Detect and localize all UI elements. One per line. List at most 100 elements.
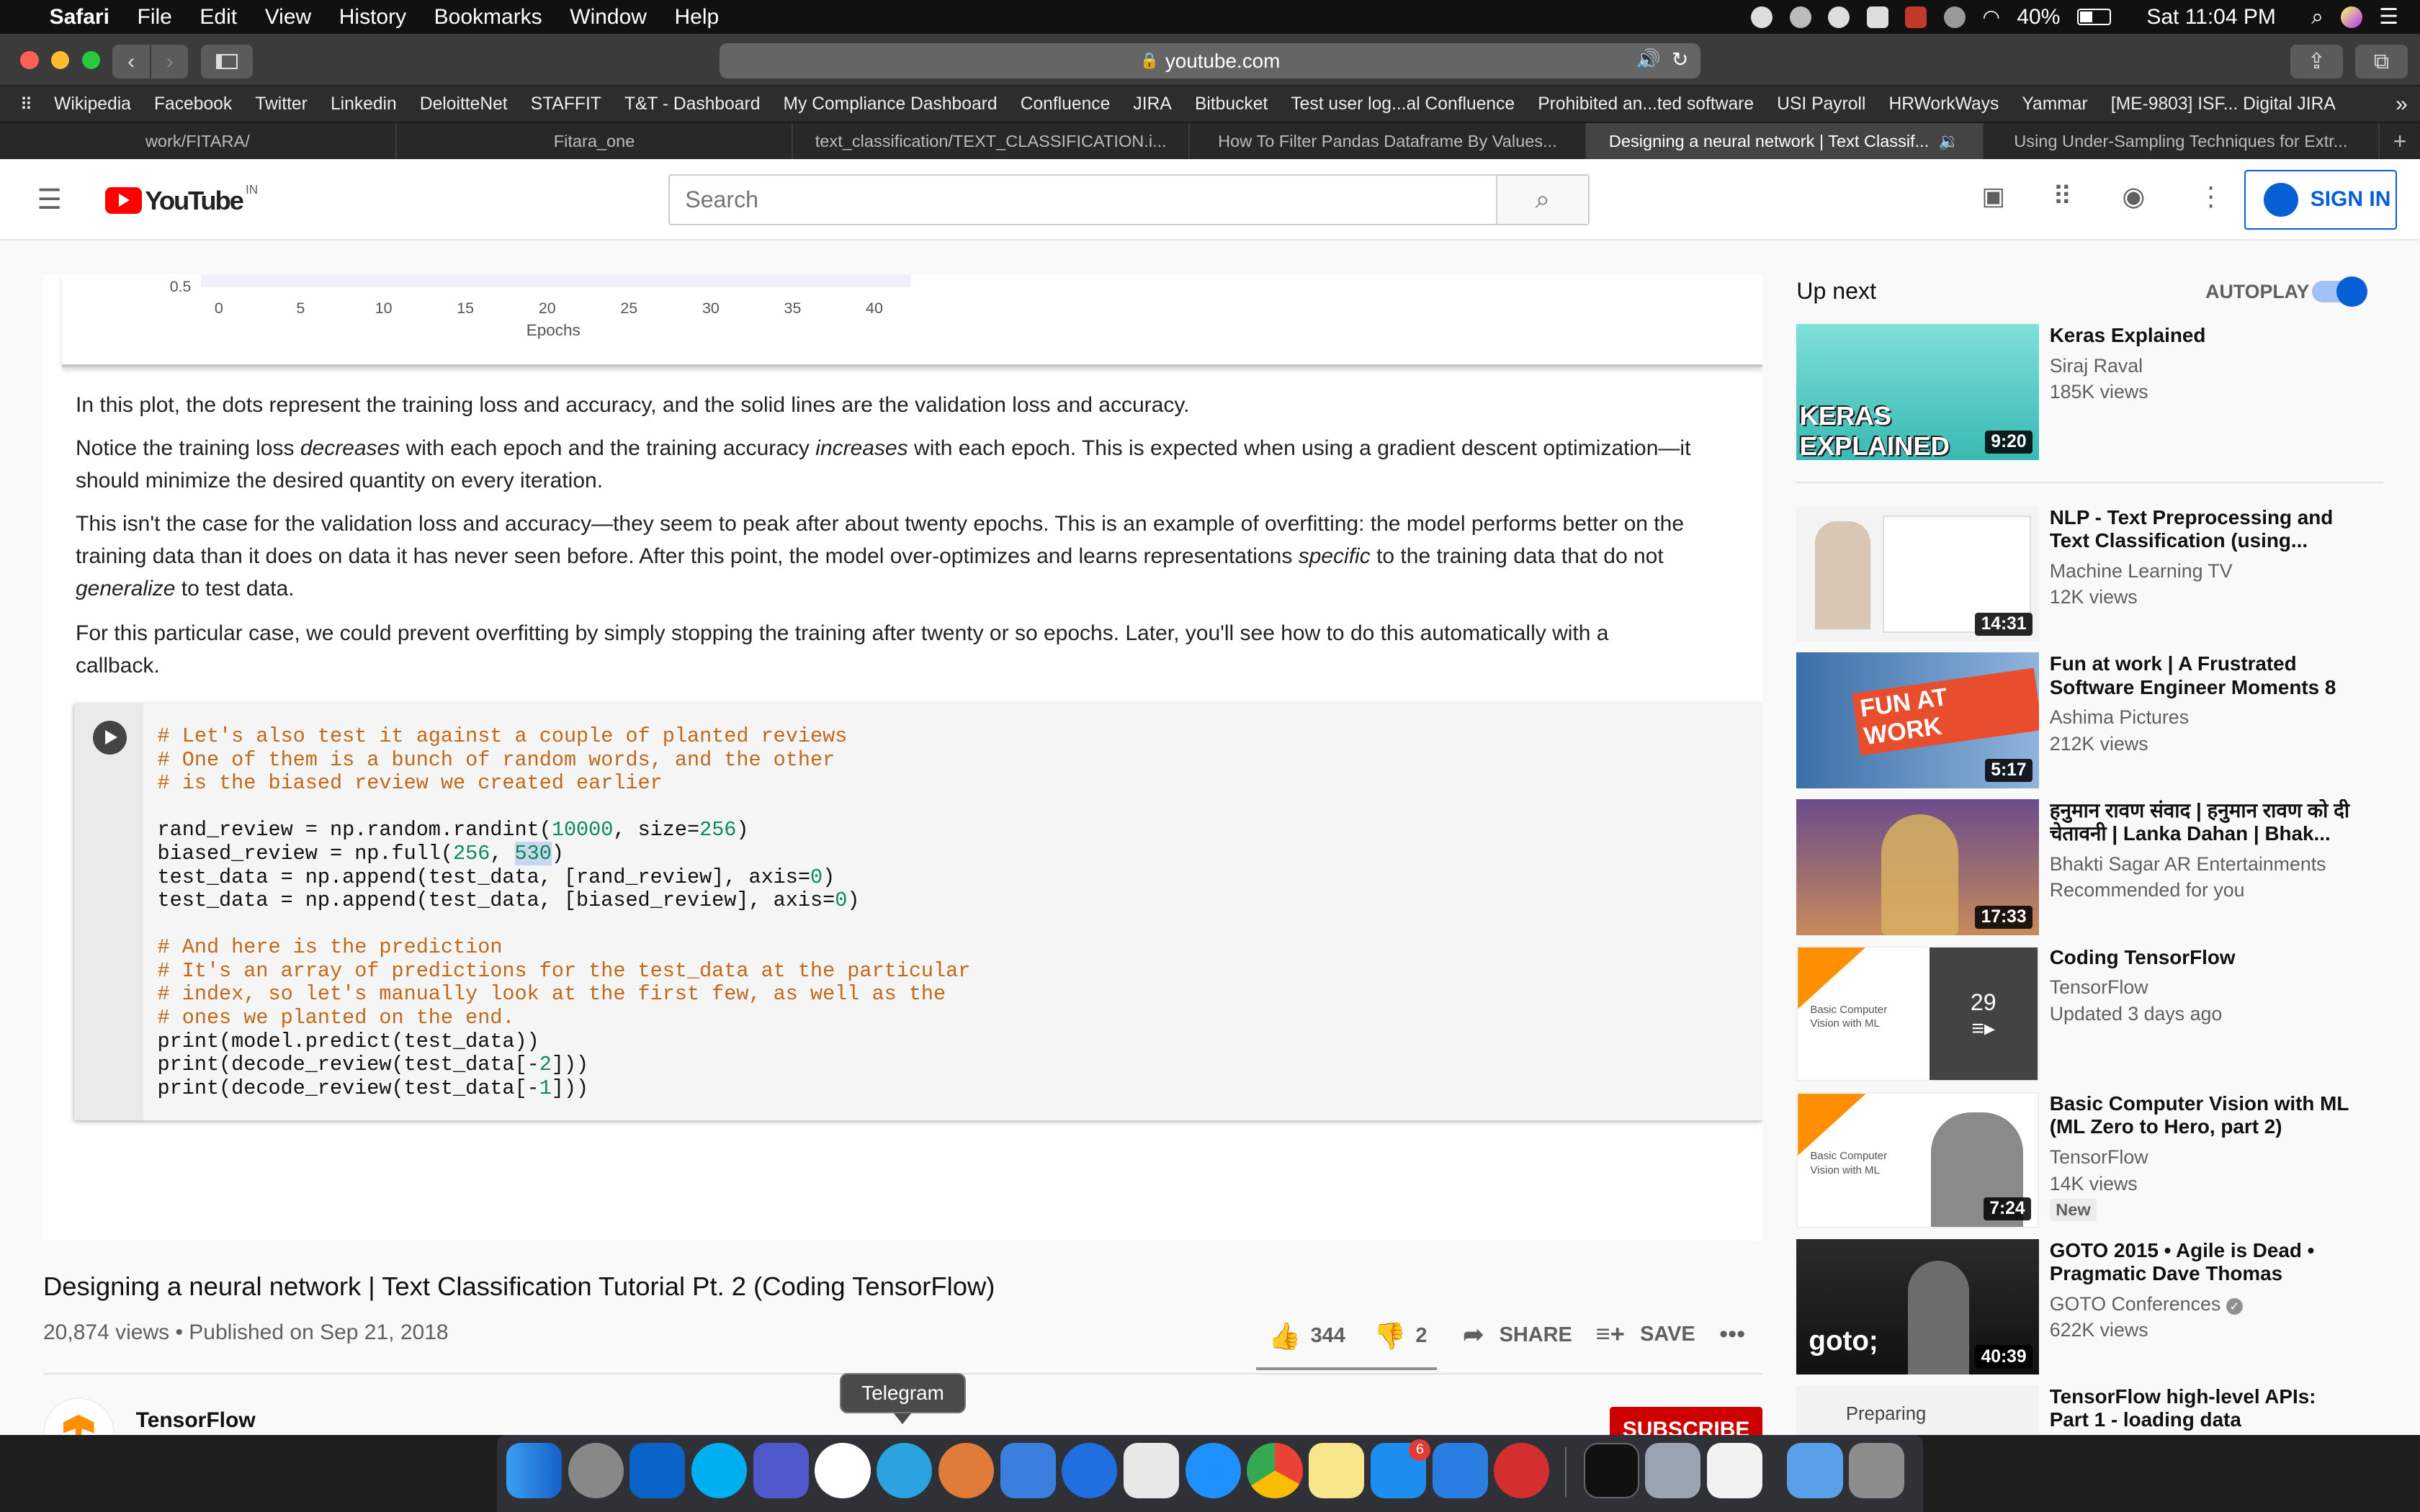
video-thumbnail[interactable]: Basic Computer Vision with ML 7:24 xyxy=(1796,1092,2039,1228)
playlist-card[interactable]: Basic Computer Vision with ML 29 ≡▸ Codi… xyxy=(1796,945,2383,1084)
battery-icon[interactable] xyxy=(2076,8,2112,26)
menu-history[interactable]: History xyxy=(339,5,406,30)
fav-compliance-dashboard[interactable]: My Compliance Dashboard xyxy=(784,94,998,114)
more-favorites-icon[interactable]: » xyxy=(2396,92,2408,117)
hamburger-menu-icon[interactable]: ☰ xyxy=(37,184,62,216)
fav-deloittenet[interactable]: DeloitteNet xyxy=(420,94,508,114)
docker-icon[interactable] xyxy=(1789,6,1811,28)
zoom-window-icon[interactable] xyxy=(81,50,101,70)
maps-pin-icon[interactable] xyxy=(1062,1442,1118,1498)
mcafee-icon[interactable] xyxy=(1905,6,1927,28)
tab-fitara-one[interactable]: Fitara_one xyxy=(397,123,794,159)
teams-icon[interactable] xyxy=(753,1442,809,1498)
sign-in-button[interactable]: SIGN IN xyxy=(2244,169,2397,230)
system-preferences-icon[interactable] xyxy=(568,1442,624,1498)
utility-icon[interactable] xyxy=(1432,1442,1488,1498)
tab-audio-icon[interactable]: 🔉 xyxy=(1938,131,1959,151)
slack-icon[interactable] xyxy=(815,1442,871,1498)
video-card[interactable]: Preparing TensorFlow high-level APIs: Pa… xyxy=(1796,1385,2383,1435)
reload-icon[interactable]: ↻ xyxy=(1672,48,1688,71)
new-tab-button[interactable]: + xyxy=(2380,123,2420,158)
sidebar-toggle-button[interactable] xyxy=(200,45,254,79)
create-video-icon[interactable]: ▣ xyxy=(1981,182,2004,211)
video-thumbnail[interactable]: Basic Computer Vision with ML 29 ≡▸ xyxy=(1796,945,2039,1082)
share-button[interactable]: ⇪ xyxy=(2290,45,2343,79)
fav-twitter[interactable]: Twitter xyxy=(255,94,308,114)
forward-button[interactable]: › xyxy=(151,45,189,79)
like-button[interactable]: 👍 344 xyxy=(1268,1320,1345,1351)
trash-icon[interactable] xyxy=(1849,1442,1905,1498)
search-button[interactable]: ⌕ xyxy=(1495,176,1589,224)
clock[interactable]: Sat 11:04 PM xyxy=(2146,5,2276,30)
fav-wikipedia[interactable]: Wikipedia xyxy=(54,94,131,114)
terminal-icon[interactable] xyxy=(1583,1442,1639,1498)
fav-yammar[interactable]: Yammar xyxy=(2022,94,2087,114)
video-thumbnail[interactable]: KERAS EXPLAINED 9:20 xyxy=(1796,323,2039,460)
video-card[interactable]: Basic Computer Vision with ML 7:24 Basic… xyxy=(1796,1092,2383,1230)
channel-avatar[interactable] xyxy=(43,1398,115,1435)
audio-playing-icon[interactable]: 🔊 xyxy=(1636,48,1661,71)
tab-designing-neural-network[interactable]: Designing a neural network | Text Classi… xyxy=(1586,123,1984,159)
fav-facebook[interactable]: Facebook xyxy=(154,94,232,114)
video-thumbnail[interactable]: 14:31 xyxy=(1796,505,2039,642)
settings-more-icon[interactable]: ⋮ xyxy=(2197,181,2223,212)
tab-work-fitara[interactable]: work/FITARA/ xyxy=(0,123,397,159)
fav-jira[interactable]: JIRA xyxy=(1133,94,1171,114)
telegram-status-icon[interactable] xyxy=(1828,6,1850,28)
xcode-icon[interactable] xyxy=(1000,1442,1056,1498)
save-button[interactable]: ≡+ SAVE xyxy=(1596,1320,1695,1349)
vpn-icon[interactable] xyxy=(1943,6,1966,28)
tab-under-sampling[interactable]: Using Under-Sampling Techniques for Extr… xyxy=(1984,123,2380,159)
show-tabs-button[interactable]: ⧉ xyxy=(2355,45,2408,79)
dislike-button[interactable]: 👎 2 xyxy=(1373,1320,1427,1351)
safari-icon[interactable] xyxy=(1185,1442,1241,1498)
apps-grid-icon[interactable]: ⠿ xyxy=(2053,181,2072,212)
video-thumbnail[interactable]: Preparing xyxy=(1796,1385,2039,1435)
fav-hrworkways[interactable]: HRWorkWays xyxy=(1888,94,1999,114)
video-card[interactable]: 14:31 NLP - Text Preprocessing and Text … xyxy=(1796,505,2383,644)
menu-view[interactable]: View xyxy=(265,5,311,30)
wifi-icon[interactable]: ◠ xyxy=(1982,5,1999,29)
video-player[interactable]: 0.5 0 5 10 15 20 25 30 35 40 Epochs In t… xyxy=(43,274,1763,1241)
f5-vpn-icon[interactable] xyxy=(1494,1442,1550,1498)
preview-icon[interactable] xyxy=(1645,1442,1701,1498)
spotlight-icon[interactable]: ⌕ xyxy=(2311,5,2323,30)
fav-prohibited-software[interactable]: Prohibited an...ted software xyxy=(1538,94,1754,114)
video-card[interactable]: KERAS EXPLAINED 9:20 Keras Explained Sir… xyxy=(1796,323,2383,462)
menu-window[interactable]: Window xyxy=(570,5,647,30)
status-app-icon[interactable] xyxy=(1751,6,1773,28)
downloads-folder-icon[interactable] xyxy=(1787,1442,1843,1498)
subscribe-button[interactable]: SUBSCRIBE xyxy=(1610,1407,1763,1435)
shield-icon[interactable] xyxy=(1866,6,1888,28)
fav-digital-jira[interactable]: [ME-9803] ISF... Digital JIRA xyxy=(2111,94,2336,114)
video-card[interactable]: 17:33 हनुमान रावण संवाद | हनुमान रावण को… xyxy=(1796,798,2383,937)
chrome-icon[interactable] xyxy=(1247,1442,1303,1498)
more-actions-icon[interactable]: ••• xyxy=(1719,1320,1745,1349)
minimize-window-icon[interactable] xyxy=(50,50,70,70)
messages-icon[interactable]: ◉ xyxy=(2122,181,2145,212)
menu-edit[interactable]: Edit xyxy=(200,5,237,30)
grid-icon[interactable]: ⠿ xyxy=(20,94,32,114)
skype-icon[interactable] xyxy=(691,1442,748,1498)
share-video-button[interactable]: ➦ SHARE xyxy=(1463,1320,1572,1349)
fav-confluence[interactable]: Confluence xyxy=(1021,94,1111,114)
textedit-icon[interactable] xyxy=(1707,1442,1763,1498)
fav-staffit[interactable]: STAFFIT xyxy=(531,94,601,114)
notes-icon[interactable] xyxy=(1309,1442,1365,1498)
search-input[interactable] xyxy=(669,176,1497,224)
siri-icon[interactable] xyxy=(2340,6,2362,28)
channel-name[interactable]: TensorFlow xyxy=(136,1408,256,1433)
fav-bitbucket[interactable]: Bitbucket xyxy=(1195,94,1268,114)
back-button[interactable]: ‹ xyxy=(112,45,150,79)
address-bar[interactable]: 🔒 youtube.com 🔊 ↻ xyxy=(719,42,1701,79)
flower-app-icon[interactable] xyxy=(938,1442,994,1498)
tab-pandas-filter[interactable]: How To Filter Pandas Dataframe By Values… xyxy=(1190,123,1587,159)
finder-icon[interactable] xyxy=(506,1442,562,1498)
app-menu[interactable]: Safari xyxy=(50,5,109,30)
video-thumbnail[interactable]: FUN AT WORK 5:17 xyxy=(1796,652,2039,788)
run-cell-icon[interactable] xyxy=(92,720,127,755)
fav-linkedin[interactable]: Linkedin xyxy=(331,94,397,114)
menu-bookmarks[interactable]: Bookmarks xyxy=(434,5,542,30)
menu-help[interactable]: Help xyxy=(675,5,720,30)
video-thumbnail[interactable]: goto; 40:39 xyxy=(1796,1238,2039,1375)
